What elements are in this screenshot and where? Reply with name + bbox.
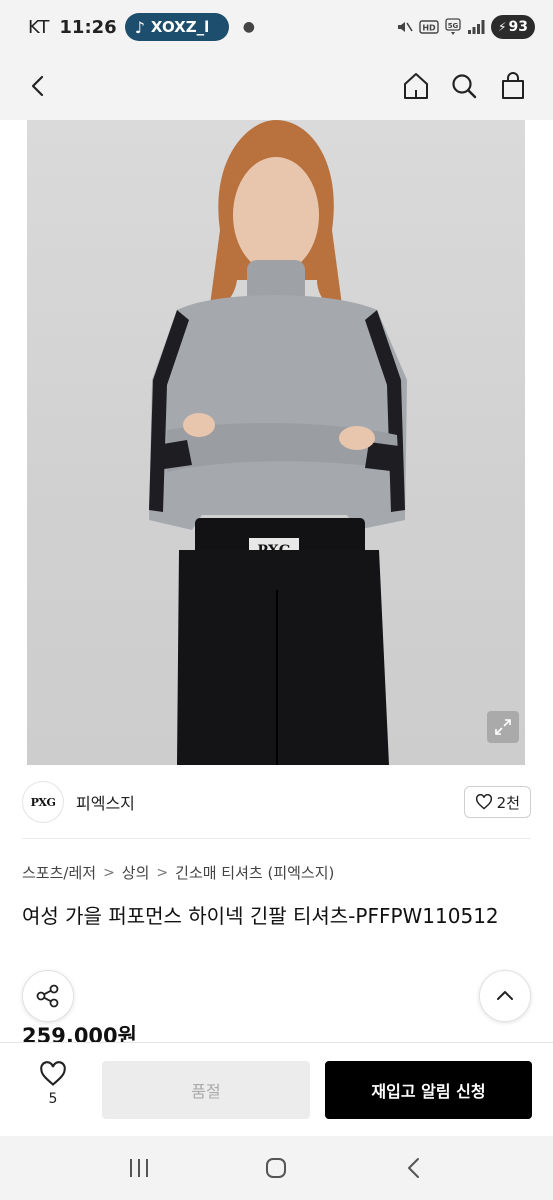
system-nav-bar [0, 1136, 553, 1200]
like-button[interactable]: 2천 [463, 786, 531, 818]
app-header [0, 54, 553, 120]
home-nav-button[interactable] [256, 1148, 296, 1188]
back-nav-icon [408, 1158, 420, 1178]
carrier-label: KT [28, 16, 50, 38]
chevron-right-icon: > [103, 864, 115, 881]
back-button[interactable] [20, 68, 56, 104]
restock-alert-button[interactable]: 재입고 알림 신청 [325, 1061, 532, 1119]
cart-button[interactable] [495, 68, 531, 104]
chevron-up-icon [497, 991, 513, 1000]
search-icon [452, 74, 477, 99]
brand-name[interactable]: 피엑스지 [76, 790, 135, 814]
scroll-top-button[interactable] [479, 970, 531, 1022]
heart-icon [475, 794, 492, 810]
charging-icon: ⚡ [498, 20, 507, 34]
battery-level: 93 [508, 19, 528, 35]
music-label: XOXZ_l [150, 18, 210, 36]
wishlist-button[interactable]: 5 [30, 1061, 76, 1107]
breadcrumb: 스포츠/레저 > 상의 > 긴소매 티셔츠 (피엑스지) [22, 862, 334, 883]
breadcrumb-item[interactable]: 상의 [122, 862, 150, 883]
share-button[interactable] [22, 970, 74, 1022]
shopping-bag-icon [502, 72, 524, 99]
product-image[interactable]: PXG [27, 120, 525, 765]
signal-icon [467, 19, 485, 35]
battery-indicator: ⚡ 93 [491, 15, 535, 39]
home-nav-icon [266, 1158, 287, 1178]
brand-logo[interactable]: PXG [22, 781, 64, 823]
music-notification-pill[interactable]: ♪ XOXZ_l [124, 13, 229, 41]
action-bar: 5 품절 재입고 알림 신청 [0, 1042, 553, 1136]
product-photo: PXG [149, 120, 407, 765]
svg-text:5G: 5G [448, 22, 459, 30]
divider [22, 838, 531, 839]
recent-apps-button[interactable] [119, 1148, 159, 1188]
svg-text:HD: HD [422, 24, 436, 33]
product-title: 여성 가을 퍼포먼스 하이넥 긴팔 티셔츠-PFFPW110512 [22, 904, 499, 928]
breadcrumb-item[interactable]: 긴소매 티셔츠 (피엑스지) [175, 862, 334, 883]
search-button[interactable] [446, 68, 482, 104]
back-icon [31, 75, 44, 97]
breadcrumb-item[interactable]: 스포츠/레저 [22, 862, 96, 883]
5g-icon: 5G [445, 18, 461, 36]
like-count: 2천 [496, 793, 520, 812]
music-note-icon: ♪ [134, 17, 145, 37]
brand-row: PXG 피엑스지 2천 [22, 780, 531, 824]
home-button[interactable] [398, 68, 434, 104]
expand-image-button[interactable] [487, 711, 519, 743]
recent-apps-icon [129, 1159, 148, 1177]
expand-icon [495, 719, 511, 735]
mute-icon [395, 18, 413, 36]
home-icon [404, 73, 428, 99]
back-nav-button[interactable] [394, 1148, 434, 1188]
hd-icon: HD [419, 19, 439, 35]
status-bar: KT 11:26 ♪ XOXZ_l ● HD 5G ⚡ 93 [0, 0, 553, 54]
notification-dot-icon: ● [242, 19, 255, 35]
soldout-button: 품절 [102, 1061, 310, 1119]
wishlist-count: 5 [48, 1091, 58, 1107]
heart-icon [40, 1061, 66, 1086]
chevron-right-icon: > [156, 864, 169, 881]
share-icon [36, 984, 59, 1008]
clock: 11:26 [59, 16, 117, 38]
